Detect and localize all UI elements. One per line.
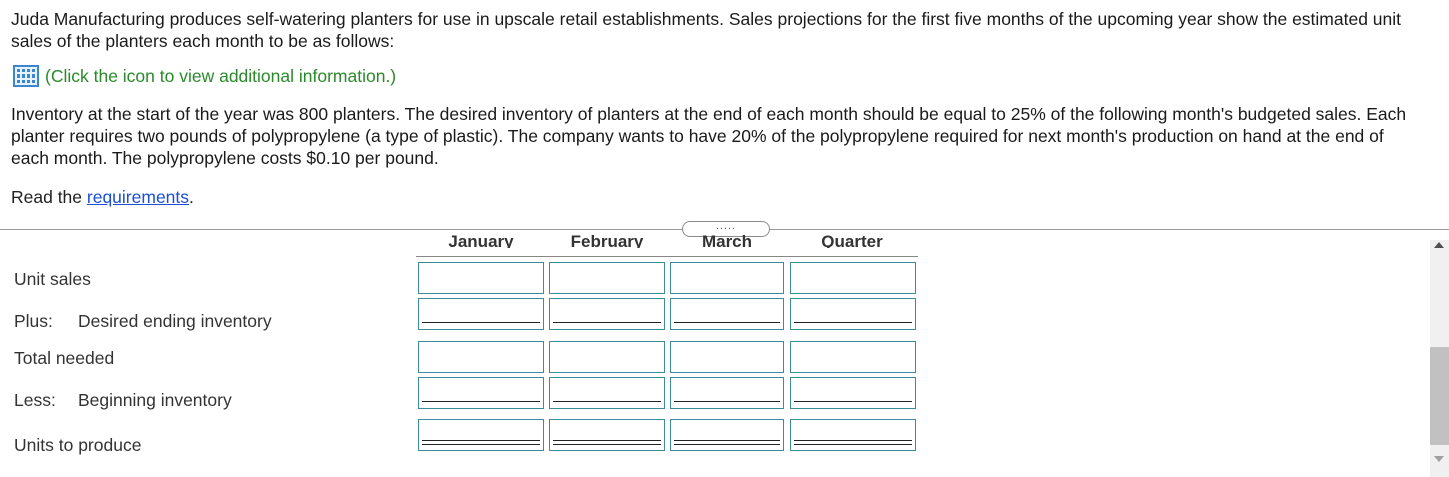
column-header-march: March	[701, 232, 753, 248]
single-underline	[674, 322, 780, 323]
row-label: Less: Beginning inventory	[14, 390, 232, 411]
double-underline-bottom	[794, 444, 912, 445]
answer-input-field[interactable]	[670, 377, 784, 409]
column-header-quarter: Quarter	[821, 232, 883, 248]
answer-input-field[interactable]	[418, 262, 544, 294]
requirements-prefix: Read the	[11, 187, 87, 207]
answer-input-field[interactable]	[418, 419, 544, 451]
table-grid-icon[interactable]	[13, 65, 39, 87]
double-underline-top	[794, 440, 912, 441]
row-label-text: Unit sales	[14, 269, 91, 289]
answer-input-field[interactable]	[549, 377, 665, 409]
single-underline	[794, 322, 912, 323]
answer-input-field[interactable]	[790, 341, 916, 373]
double-underline-top	[553, 440, 661, 441]
double-underline-top	[674, 440, 780, 441]
answer-input-field[interactable]	[670, 262, 784, 294]
problem-intro-text: Juda Manufacturing produces self-waterin…	[11, 9, 1402, 51]
scroll-down-arrow-icon[interactable]	[1434, 456, 1444, 462]
double-underline-bottom	[674, 444, 780, 445]
single-underline	[794, 401, 912, 402]
answer-input-field[interactable]	[790, 419, 916, 451]
single-underline	[674, 401, 780, 402]
answer-input-field[interactable]	[670, 298, 784, 330]
answer-input-field[interactable]	[670, 341, 784, 373]
answer-input-field[interactable]	[790, 298, 916, 330]
answer-input-field[interactable]	[418, 377, 544, 409]
scroll-up-arrow-icon[interactable]	[1434, 242, 1444, 248]
column-header-january: January	[448, 232, 514, 248]
row-label-prefix: Less:	[14, 390, 56, 410]
answer-input-field[interactable]	[790, 262, 916, 294]
answer-input-field[interactable]	[790, 377, 916, 409]
additional-info-text[interactable]: (Click the icon to view additional infor…	[45, 66, 396, 87]
answer-input-field[interactable]	[549, 341, 665, 373]
double-underline-top	[422, 440, 540, 441]
answer-input-field[interactable]	[418, 298, 544, 330]
requirements-link[interactable]: requirements	[87, 187, 189, 207]
row-label: Units to produce	[14, 435, 141, 456]
row-label: Total needed	[14, 348, 114, 369]
row-label-prefix: Plus:	[14, 311, 53, 331]
row-label: Unit sales	[14, 269, 91, 290]
requirements-suffix: .	[189, 187, 194, 207]
single-underline	[422, 322, 540, 323]
single-underline	[553, 322, 661, 323]
requirements-line: Read the requirements.	[11, 187, 194, 208]
answer-input-field[interactable]	[418, 341, 544, 373]
double-underline-bottom	[422, 444, 540, 445]
column-header-february: February	[570, 232, 644, 248]
header-rule	[416, 256, 918, 257]
row-label-text: Desired ending inventory	[78, 311, 272, 331]
row-label-text: Units to produce	[14, 435, 142, 455]
row-label-text: Total needed	[14, 348, 115, 368]
double-underline-bottom	[553, 444, 661, 445]
problem-body-text: Inventory at the start of the year was 8…	[11, 104, 1407, 168]
single-underline	[422, 401, 540, 402]
vertical-scrollbar-thumb[interactable]	[1430, 347, 1449, 445]
answer-input-field[interactable]	[549, 419, 665, 451]
answer-input-field[interactable]	[670, 419, 784, 451]
answer-input-field[interactable]	[549, 262, 665, 294]
row-label: Plus: Desired ending inventory	[14, 311, 272, 332]
row-label-text: Beginning inventory	[78, 390, 232, 410]
additional-info-link[interactable]: (Click the icon to view additional infor…	[13, 65, 396, 87]
single-underline	[553, 401, 661, 402]
answer-input-field[interactable]	[549, 298, 665, 330]
